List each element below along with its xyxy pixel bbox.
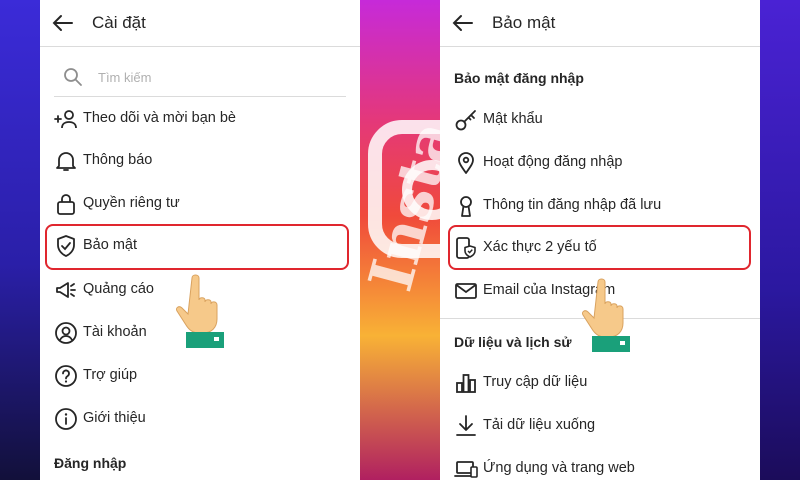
- menu-item-notifications[interactable]: Thông báo: [40, 141, 360, 181]
- menu-item-label: Trợ giúp: [83, 367, 138, 383]
- menu-item-label: Hoạt động đăng nhập: [483, 154, 623, 170]
- menu-item-about[interactable]: Giới thiệu: [40, 399, 360, 439]
- highlight-box-two-factor: [448, 225, 751, 270]
- menu-item-label: Tài khoản: [83, 324, 147, 340]
- section-header-login: Đăng nhập: [54, 455, 127, 471]
- location-pin-icon: [454, 151, 478, 175]
- add-person-icon: [54, 107, 78, 131]
- back-arrow-icon[interactable]: [450, 10, 476, 36]
- menu-item-login-activity[interactable]: Hoạt động đăng nhập: [440, 143, 760, 183]
- menu-item-label: Theo dõi và mời bạn bè: [83, 110, 236, 126]
- keyhole-icon: [454, 194, 478, 218]
- menu-item-apps-websites[interactable]: Ứng dụng và trang web: [440, 449, 760, 480]
- laptop-icon: [454, 457, 478, 480]
- menu-item-label: Tải dữ liệu xuống: [483, 417, 596, 433]
- info-icon: [54, 407, 78, 431]
- menu-item-password[interactable]: Mật khẩu: [440, 100, 760, 140]
- lock-icon: [54, 192, 78, 216]
- security-screen: Bảo mật Bảo mật đăng nhập Mật khẩu Hoạt …: [440, 0, 760, 480]
- pointing-hand-icon: [168, 272, 238, 348]
- section-header-data-history: Dữ liệu và lịch sử: [454, 334, 572, 350]
- menu-item-label: Quyền riêng tư: [83, 195, 180, 211]
- menu-item-access-data[interactable]: Truy cập dữ liệu: [440, 363, 760, 403]
- background-left-strip: [0, 0, 40, 480]
- background-right-strip: [760, 0, 800, 480]
- megaphone-icon: [54, 278, 78, 302]
- menu-item-label: Thông tin đăng nhập đã lưu: [483, 197, 662, 213]
- menu-item-label: Giới thiệu: [83, 410, 146, 426]
- highlight-box-security: [45, 224, 349, 270]
- pointing-hand-icon: [574, 276, 644, 352]
- security-app-bar: Bảo mật: [440, 0, 760, 47]
- instagram-logo-background: Insta: [360, 0, 440, 480]
- menu-item-help[interactable]: Trợ giúp: [40, 356, 360, 396]
- download-icon: [454, 414, 478, 438]
- menu-item-label: Truy cập dữ liệu: [483, 374, 588, 390]
- menu-item-label: Ứng dụng và trang web: [483, 460, 635, 476]
- page-title: Bảo mật: [492, 13, 556, 32]
- menu-item-label: Mật khẩu: [483, 111, 543, 127]
- search-icon: [62, 66, 84, 88]
- settings-screen: Cài đặt Theo dõi và mời bạn bè Thông báo…: [40, 0, 360, 480]
- page-title: Cài đặt: [92, 13, 146, 32]
- search-bar[interactable]: [54, 58, 346, 97]
- settings-app-bar: Cài đặt: [40, 0, 360, 47]
- search-input[interactable]: [98, 66, 328, 88]
- menu-item-saved-login[interactable]: Thông tin đăng nhập đã lưu: [440, 186, 760, 226]
- bell-icon: [54, 149, 78, 173]
- menu-item-download-data[interactable]: Tải dữ liệu xuống: [440, 406, 760, 446]
- menu-item-label: Thông báo: [83, 152, 153, 168]
- account-icon: [54, 321, 78, 345]
- help-icon: [54, 364, 78, 388]
- section-header-login-security: Bảo mật đăng nhập: [454, 70, 584, 86]
- menu-item-follow-invite[interactable]: Theo dõi và mời bạn bè: [40, 99, 360, 139]
- mail-icon: [454, 279, 478, 303]
- key-icon: [454, 108, 478, 132]
- back-arrow-icon[interactable]: [50, 10, 76, 36]
- menu-item-label: Quảng cáo: [83, 281, 154, 297]
- bar-chart-icon: [454, 371, 478, 395]
- menu-item-privacy[interactable]: Quyền riêng tư: [40, 184, 360, 224]
